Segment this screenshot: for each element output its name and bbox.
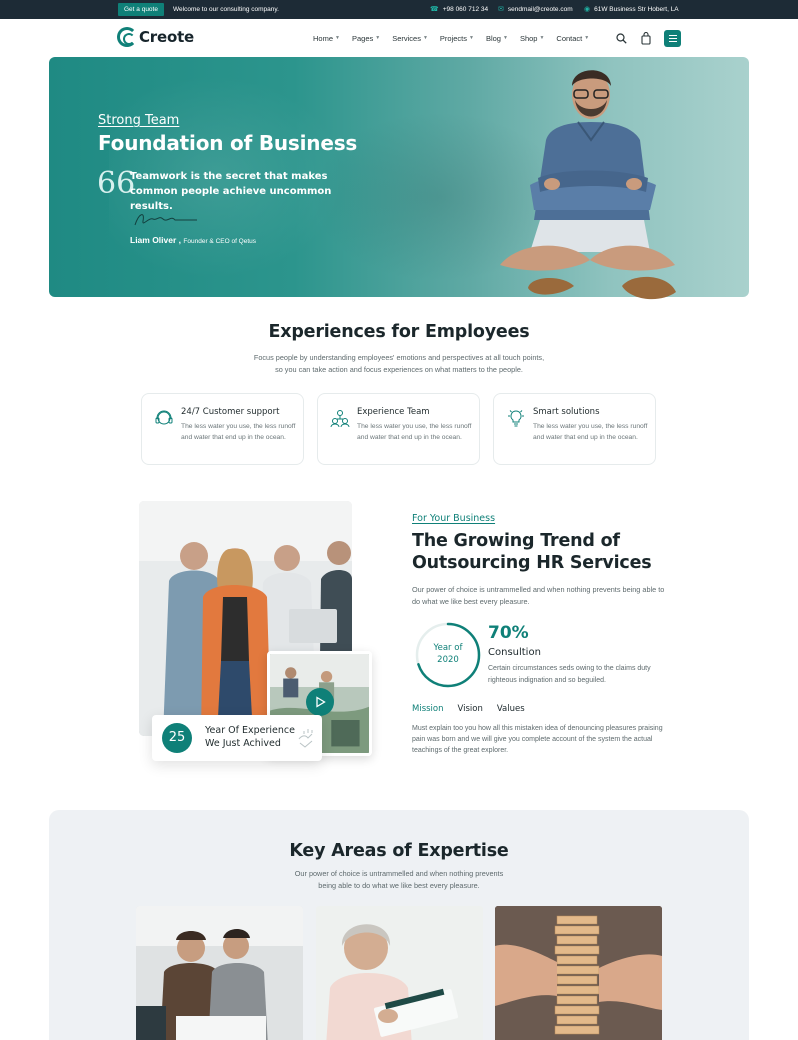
address-info: ◉ 61W Business Str Hobert, LA xyxy=(584,0,679,19)
about-kicker[interactable]: For Your Business xyxy=(412,513,495,524)
feature-card[interactable]: Smart solutions The less water you use, … xyxy=(493,393,656,465)
experiences-title: Experiences for Employees xyxy=(268,322,530,342)
about-desc: Our power of choice is untrammelled and … xyxy=(412,585,665,606)
play-button[interactable] xyxy=(306,688,334,716)
main-nav: Home ▼ Pages ▼ Services ▼ Projects ▼ Blog ▼ S… xyxy=(313,19,589,57)
tab-mission[interactable]: Mission xyxy=(412,704,444,714)
chevron-down-icon: ▼ xyxy=(502,35,508,41)
feature-desc: The less water you use, the less runoff … xyxy=(181,423,296,441)
tab-vision[interactable]: Vision xyxy=(458,704,483,714)
menu-icon[interactable] xyxy=(664,30,681,47)
nav-label: Shop xyxy=(519,33,538,43)
logo[interactable]: Creote xyxy=(117,27,194,47)
year-label: Year of 2020 xyxy=(414,642,482,666)
welcome-text: Welcome to our consulting company. xyxy=(173,6,279,13)
headset-icon xyxy=(155,410,173,425)
expertise-image-senior[interactable] xyxy=(316,906,483,1040)
hero-person-image xyxy=(500,70,676,300)
address-text: 61W Business Str Hobert, LA xyxy=(594,6,679,13)
experiences-desc-line1: Focus people by understanding employees'… xyxy=(253,353,545,362)
feature-title: Experience Team xyxy=(357,407,430,417)
search-icon[interactable] xyxy=(614,31,628,45)
feature-desc: The less water you use, the less runoff … xyxy=(357,423,472,441)
nav-blog[interactable]: Blog ▼ xyxy=(486,34,508,43)
author-role: Founder & CEO of Qetus xyxy=(183,238,257,245)
nav-projects[interactable]: Projects ▼ xyxy=(440,34,474,43)
hero-subtitle: Strong Team xyxy=(98,113,180,128)
consult-title: Consultion xyxy=(488,647,541,658)
nav-label: Blog xyxy=(485,33,501,43)
feature-card[interactable]: Experience Team The less water you use, … xyxy=(317,393,480,465)
logo-mark-icon xyxy=(117,27,137,47)
logo-text: Creote xyxy=(139,28,195,46)
feature-title: Smart solutions xyxy=(533,407,600,417)
chevron-down-icon: ▼ xyxy=(335,35,340,41)
consult-percent: 70% xyxy=(488,623,529,643)
experience-text: Year Of Experience We Just Achived xyxy=(205,725,295,749)
lightbulb-icon xyxy=(508,410,524,427)
hero-author: Liam Oliver , Founder & CEO of Qetus xyxy=(130,235,256,245)
nav-services[interactable]: Services ▼ xyxy=(392,34,428,43)
chevron-down-icon: ▼ xyxy=(584,35,590,41)
expertise-desc-line1: Our power of choice is untrammelled and … xyxy=(294,869,504,878)
site-header: Creote Home ▼ Pages ▼ Services ▼ Projects ▼ … xyxy=(0,19,798,57)
about-title: The Growing Trend of Outsourcing HR Serv… xyxy=(412,531,652,573)
experience-years: 25 xyxy=(162,723,192,753)
chevron-down-icon: ▼ xyxy=(469,35,474,41)
nav-label: Home xyxy=(313,33,334,43)
nav-home[interactable]: Home ▼ xyxy=(313,34,340,43)
tab-values[interactable]: Values xyxy=(497,704,525,714)
phone-text: +98 060 712 34 xyxy=(442,6,489,13)
expertise-image-blocks[interactable] xyxy=(495,906,662,1040)
hero-title: Foundation of Business xyxy=(98,131,358,155)
nav-label: Services xyxy=(392,33,421,43)
email-text: sendmail@creote.com xyxy=(507,6,573,13)
feature-card[interactable]: 24/7 Customer support The less water you… xyxy=(141,393,304,465)
experience-card: 25 Year Of Experience We Just Achived xyxy=(152,715,322,761)
team-icon xyxy=(330,410,350,428)
nav-contact[interactable]: Contact ▼ xyxy=(556,34,589,43)
cart-icon[interactable] xyxy=(639,31,653,45)
expertise-image-meeting[interactable] xyxy=(136,906,303,1040)
tab-desc: Must explain too you how all this mistak… xyxy=(412,725,663,755)
phone-info[interactable]: ☎ +98 060 712 34 xyxy=(430,0,488,19)
author-name: Liam Oliver , xyxy=(130,235,182,245)
mail-icon: ✉ xyxy=(498,6,504,13)
year-value: 2020 xyxy=(437,655,459,665)
experiences-desc-line2: so you can take action and focus experie… xyxy=(275,365,523,374)
nav-label: Projects xyxy=(439,33,468,43)
feature-desc: The less water you use, the less runoff … xyxy=(533,423,648,441)
nav-label: Pages xyxy=(351,33,374,43)
expertise-title: Key Areas of Expertise xyxy=(289,841,509,861)
handshake-icon xyxy=(298,729,313,748)
nav-shop[interactable]: Shop ▼ xyxy=(520,34,544,43)
nav-label: Contact xyxy=(556,33,583,43)
play-icon xyxy=(316,696,326,708)
expertise-desc-line2: being able to do what we like best every… xyxy=(318,881,480,890)
email-info[interactable]: ✉ sendmail@creote.com xyxy=(498,0,573,19)
top-bar: Get a quote Welcome to our consulting co… xyxy=(0,0,798,19)
consult-desc: Certain circumstances seds owing to the … xyxy=(488,665,651,684)
phone-icon: ☎ xyxy=(430,6,439,13)
feature-title: 24/7 Customer support xyxy=(181,407,280,417)
chevron-down-icon: ▼ xyxy=(539,35,545,41)
chevron-down-icon: ▼ xyxy=(422,35,428,41)
year-of-text: Year of xyxy=(433,643,463,653)
about-tabs: Mission Vision Values xyxy=(412,704,525,714)
get-quote-button[interactable]: Get a quote xyxy=(118,3,164,16)
location-icon: ◉ xyxy=(584,6,591,13)
signature-icon xyxy=(134,214,197,226)
nav-pages[interactable]: Pages ▼ xyxy=(352,34,380,43)
chevron-down-icon: ▼ xyxy=(375,35,381,41)
